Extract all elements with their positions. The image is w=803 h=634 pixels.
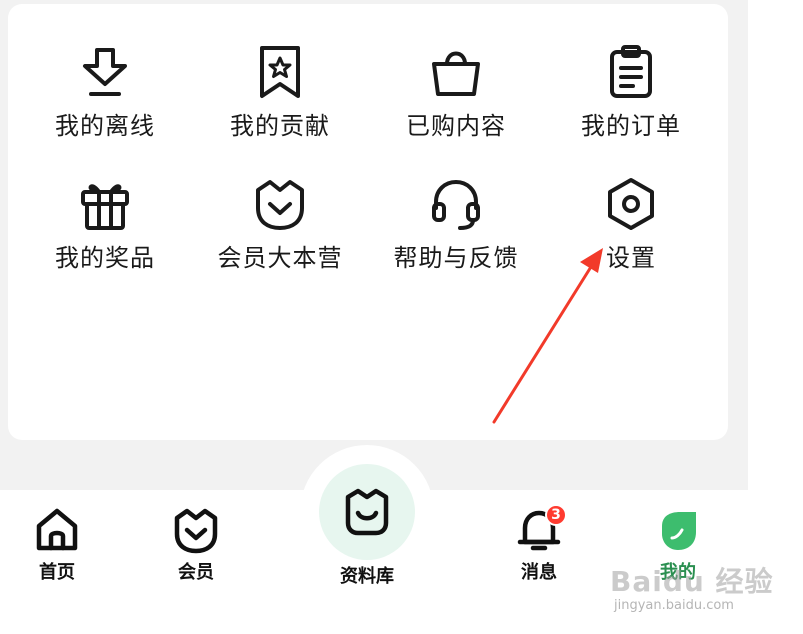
messages-tab-label: 消息	[521, 562, 557, 583]
messages-badge: 3	[545, 504, 567, 526]
shopping-bag-icon	[432, 51, 480, 96]
member-tulip-icon	[174, 508, 218, 554]
home-icon	[36, 508, 78, 551]
settings-button[interactable]: 设置	[551, 176, 711, 286]
baidu-watermark: Baidu 经验 jingyan.baidu.com	[610, 560, 800, 626]
download-icon	[83, 48, 127, 96]
settings-label: 设置	[606, 244, 656, 272]
watermark-brand: Baidu 经验	[610, 565, 774, 598]
help-feedback-label: 帮助与反馈	[393, 244, 519, 272]
settings-hexagon-icon	[608, 178, 654, 230]
purchased-label: 已购内容	[406, 112, 506, 140]
app-screen: 我的离线 我的贡献 已购内容 我的订单 我的奖品 会员大本营 帮助与反馈 设置 …	[0, 0, 748, 634]
purchased-button[interactable]: 已购内容	[376, 44, 536, 154]
library-tab-label: 资料库	[340, 566, 394, 587]
menu-card: 我的离线 我的贡献 已购内容 我的订单 我的奖品 会员大本营 帮助与反馈 设置	[8, 4, 728, 440]
member-tab[interactable]: 会员	[146, 506, 246, 584]
offline-label: 我的离线	[55, 112, 155, 140]
clipboard-icon	[610, 45, 652, 98]
me-leaf-icon	[662, 512, 696, 550]
headset-icon	[432, 180, 480, 230]
orders-button[interactable]: 我的订单	[551, 44, 711, 154]
help-feedback-button[interactable]: 帮助与反馈	[376, 176, 536, 286]
contribution-button[interactable]: 我的贡献	[200, 44, 360, 154]
right-margin	[748, 0, 803, 634]
offline-button[interactable]: 我的离线	[25, 44, 185, 154]
member-camp-label: 会员大本营	[217, 244, 343, 272]
home-tab-label: 首页	[39, 562, 75, 583]
member-tab-label: 会员	[178, 562, 214, 583]
contribution-label: 我的贡献	[230, 112, 330, 140]
gift-icon	[81, 184, 129, 230]
prizes-button[interactable]: 我的奖品	[25, 176, 185, 286]
home-tab[interactable]: 首页	[7, 506, 107, 584]
prizes-label: 我的奖品	[55, 244, 155, 272]
library-smile-icon	[345, 488, 389, 536]
bookmark-star-icon	[260, 46, 300, 98]
watermark-url: jingyan.baidu.com	[614, 598, 734, 613]
messages-tab[interactable]: 3 消息	[489, 504, 589, 584]
tulip-smile-icon	[256, 180, 304, 230]
member-camp-button[interactable]: 会员大本营	[200, 176, 360, 286]
orders-label: 我的订单	[581, 112, 681, 140]
library-tab-button[interactable]	[319, 464, 415, 560]
